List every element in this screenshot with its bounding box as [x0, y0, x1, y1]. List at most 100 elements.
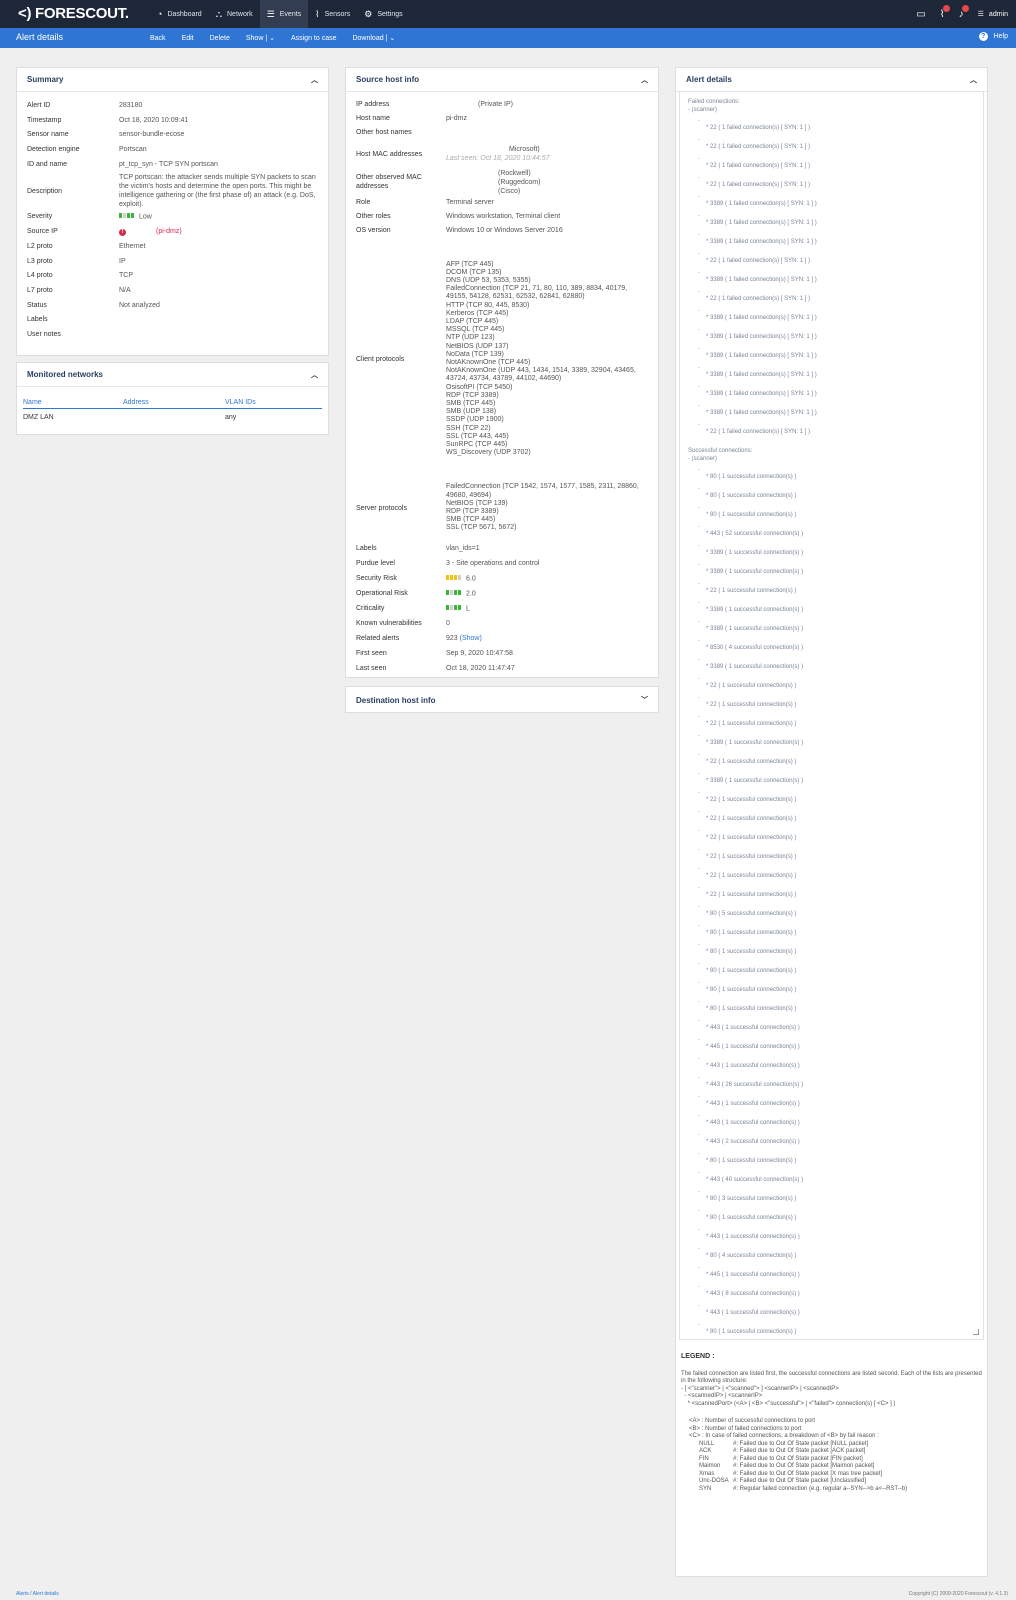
connection-count: 1 failed connection(s) [ SYN: 1 ] ) — [728, 391, 817, 397]
connection-entry: * 3389 ( 1 failed connection(s) [ SYN: 1… — [706, 239, 817, 245]
legend-definition: <B> : Number of failed connections to po… — [689, 1425, 802, 1432]
breadcrumb[interactable]: Alerts / Alert details — [16, 1591, 59, 1597]
user-menu[interactable]: ☰ admin — [978, 10, 1008, 19]
field-value: pt_tcp_syn - TCP SYN portscan — [119, 160, 318, 171]
port-number: 22 — [710, 797, 717, 803]
resize-handle[interactable] — [973, 1329, 979, 1335]
port-number: 80 — [710, 930, 717, 936]
tree-dash: - — [698, 1303, 700, 1309]
connection-row: - * 22 ( 1 failed connection(s) [ SYN: 1 … — [688, 156, 975, 175]
table-row[interactable]: DMZ LAN any — [23, 409, 322, 426]
nav-item-sensors[interactable]: ⌇ Sensors — [308, 0, 357, 28]
column-header[interactable]: Address — [123, 399, 225, 406]
protocol-item: NotAKnownOne (TCP 445) — [446, 359, 531, 366]
connection-entry: * 80 ( 1 successful connection(s) ) — [706, 987, 797, 993]
action-button[interactable]: Delete — [210, 35, 230, 42]
nav-item-dashboard[interactable]: ◔ Dashboard — [150, 0, 209, 28]
reason-code: SYN — [699, 1485, 712, 1492]
field-text: Oct 18, 2020 10:09:41 — [119, 116, 189, 124]
connection-count: 1 failed connection(s) [ SYN: 1 ] ) — [722, 144, 811, 150]
connection-entry: * 3389 ( 1 successful connection(s) ) — [706, 550, 804, 556]
connection-row: - * 445 ( 1 successful connection(s) ) — [688, 1265, 975, 1284]
tree-dash: - — [698, 543, 700, 549]
rss-alerts-icon[interactable]: ⌇ — [940, 4, 950, 20]
nav-item-settings[interactable]: ⚙ Settings — [357, 0, 409, 28]
port-number: 3389 — [710, 550, 724, 556]
alert-details-header[interactable]: Alert details ︿ — [676, 68, 987, 92]
field-label: First seen — [356, 650, 387, 657]
column-header[interactable]: Name — [23, 399, 123, 406]
action-button[interactable]: Download | ⌄ — [352, 34, 395, 42]
help-button[interactable]: ? Help — [978, 32, 1008, 41]
monitored-networks-title: Monitored networks — [27, 370, 104, 379]
alert-icon: ! — [119, 229, 126, 237]
port-number: 22 — [710, 182, 717, 188]
connection-count: 3 successful connection(s) ) — [722, 1196, 797, 1202]
criticality-value: L — [466, 605, 470, 613]
connection-row: - * 443 ( 1 successful connection(s) ) — [688, 1113, 975, 1132]
mac-last-seen: Last seen: Oct 18, 2020 10:44:57 — [446, 155, 550, 162]
connection-entry: * 80 ( 1 successful connection(s) ) — [706, 1215, 797, 1221]
port-number: 3389 — [710, 569, 724, 575]
port-number: 3389 — [710, 740, 724, 746]
connection-row: - * 443 ( 1 successful connection(s) ) — [688, 1056, 975, 1075]
connection-row: - * 443 ( 26 successful connection(s) ) — [688, 1075, 975, 1094]
port-number: 445 — [710, 1044, 721, 1050]
summary-header[interactable]: Summary ︿ — [17, 68, 328, 92]
tree-dash: - — [698, 847, 700, 853]
last-seen-value: Oct 18, 2020 11:47:47 — [446, 665, 515, 672]
action-button[interactable]: Assign to case — [291, 35, 337, 42]
summary-field: L7 proto N/A — [17, 284, 328, 299]
show-related-alerts-link[interactable]: (Show) — [460, 635, 482, 642]
connection-entry: * 3389 ( 1 successful connection(s) ) — [706, 740, 804, 746]
tree-dash: - — [698, 771, 700, 777]
nav-item-events[interactable]: ☰ Events — [259, 0, 309, 28]
connection-row: - * 445 ( 1 successful connection(s) ) — [688, 1037, 975, 1056]
bell-icon[interactable]: ♪ — [959, 4, 969, 20]
notification-dot — [961, 4, 969, 12]
chevron-up-icon[interactable]: ︿ — [641, 75, 648, 85]
action-button[interactable]: Back — [150, 35, 166, 42]
connection-entry: * 3389 ( 1 failed connection(s) [ SYN: 1… — [706, 277, 817, 283]
connection-entry: * 3389 ( 1 failed connection(s) [ SYN: 1… — [706, 410, 817, 416]
action-button[interactable]: Edit — [182, 35, 194, 42]
action-button[interactable]: Show | ⌄ — [246, 34, 275, 42]
tree-dash: - — [698, 961, 700, 967]
forescout-logo[interactable]: <) FORESCOUT. — [18, 5, 129, 22]
source-host-info-header[interactable]: Source host info ︿ — [346, 68, 658, 92]
connection-entry: * 443 ( 26 successful connection(s) ) — [706, 1082, 804, 1088]
chevron-up-icon[interactable]: ︿ — [970, 75, 977, 85]
destination-host-info-header[interactable]: Destination host info ﹀ — [346, 687, 658, 713]
server-protocols-list: FailedConnection (TCP 1542, 1574, 1577, … — [446, 483, 648, 532]
tree-dash: - — [698, 581, 700, 587]
column-header[interactable]: VLAN IDs — [225, 399, 256, 406]
host-name-value[interactable]: pi-dmz — [446, 114, 648, 128]
chevron-up-icon[interactable]: ︿ — [311, 370, 318, 380]
legend-definition: <C> : In case of failed connections, a b… — [689, 1433, 879, 1439]
monitor-icon[interactable]: ▭ — [916, 9, 925, 20]
legend-reason: FIN #: Failed due to Out Of State packet … — [699, 1456, 983, 1464]
field-value[interactable]: sensor-bundle-ecose — [119, 130, 318, 141]
connection-count: 1 failed connection(s) [ SYN: 1 ] ) — [728, 220, 817, 226]
alert-details-textarea[interactable]: Failed connections: - (scanner) - * 22 ( … — [679, 91, 984, 1340]
field-value: Low — [119, 212, 318, 223]
legend-reasons: NULL #: Failed due to Out Of State packet… — [681, 1441, 983, 1494]
table-cell — [123, 414, 225, 421]
connection-count: 1 failed connection(s) [ SYN: 1 ] ) — [722, 258, 811, 264]
monitored-networks-header[interactable]: Monitored networks ︿ — [17, 363, 328, 387]
chevron-up-icon[interactable]: ︿ — [311, 75, 318, 85]
tree-dash: - — [698, 486, 700, 492]
connection-entry: * 22 ( 1 failed connection(s) [ SYN: 1 ]… — [706, 258, 811, 264]
connection-entry: * 443 ( 8 successful connection(s) ) — [706, 1291, 800, 1297]
summary-field: Labels — [17, 313, 328, 328]
chevron-down-icon[interactable]: ﹀ — [641, 695, 648, 705]
field-label: Operational Risk — [356, 590, 408, 597]
reason-text: #: Failed due to Out Of State packet [Un… — [733, 1478, 867, 1484]
legend-reason: SYN #: Regular failed connection (e.g. re… — [699, 1486, 983, 1494]
nav-item-network[interactable]: ⛬ Network — [209, 0, 260, 28]
summary-field: Alert ID 283180 — [17, 99, 328, 114]
connection-entry: * 22 ( 1 failed connection(s) [ SYN: 1 ]… — [706, 144, 811, 150]
successful-connections-title: Successful connections: — [688, 448, 753, 454]
source-ip-host[interactable]: (pi-dmz) — [156, 228, 182, 235]
connection-row: - * 80 ( 1 successful connection(s) ) — [688, 486, 975, 505]
